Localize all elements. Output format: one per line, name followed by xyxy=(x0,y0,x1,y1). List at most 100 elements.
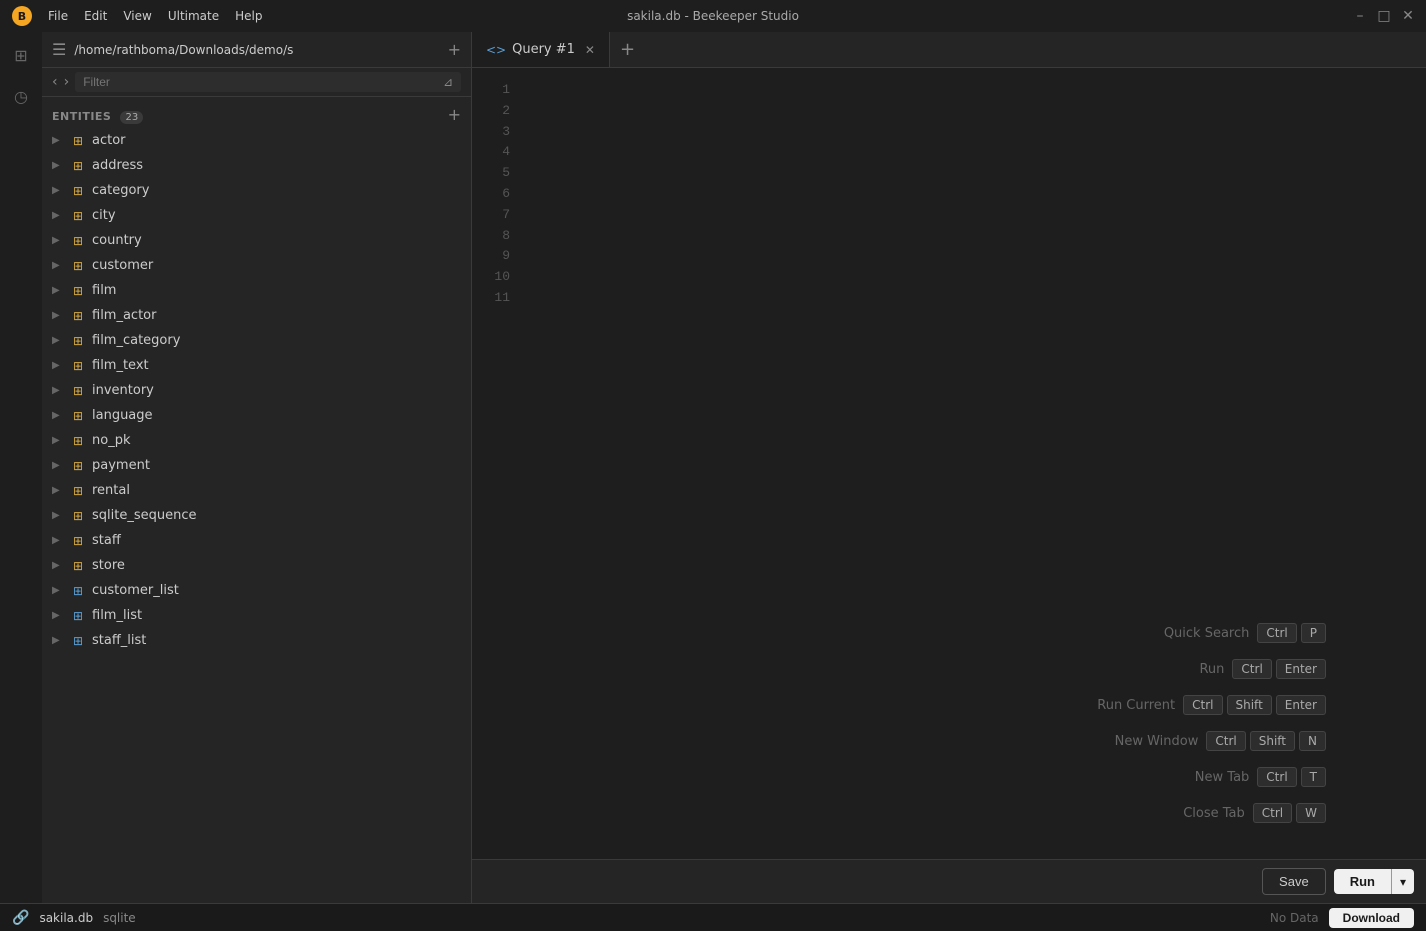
table-icon: ⊞ xyxy=(70,259,86,273)
filter-input[interactable] xyxy=(83,75,437,89)
entity-item-rental[interactable]: ▶ ⊞ rental xyxy=(42,478,471,503)
table-icon: ⊞ xyxy=(70,509,86,523)
shortcut-label: New Tab xyxy=(1149,770,1249,785)
nav-forward-icon[interactable]: › xyxy=(64,74,70,90)
run-button[interactable]: Run xyxy=(1334,869,1391,894)
tab-label: Query #1 xyxy=(512,42,575,57)
content-area: <> Query #1 ✕ + 1 2 3 4 5 6 7 8 9 10 xyxy=(472,32,1426,903)
entity-name: staff_list xyxy=(92,633,146,648)
add-entity-button[interactable]: + xyxy=(448,105,461,124)
download-button[interactable]: Download xyxy=(1329,908,1414,928)
main-layout: ⊞ ◷ ☰ /home/rathboma/Downloads/demo/s + … xyxy=(0,32,1426,903)
key-t: T xyxy=(1301,767,1326,787)
entity-name: film xyxy=(92,283,116,298)
sidebar-add-connection-button[interactable]: + xyxy=(448,40,461,59)
sidebar: ☰ /home/rathboma/Downloads/demo/s + ‹ › … xyxy=(42,32,472,903)
entity-name: film_category xyxy=(92,333,180,348)
entity-item-film-actor[interactable]: ▶ ⊞ film_actor xyxy=(42,303,471,328)
table-icon: ⊞ xyxy=(70,484,86,498)
entity-item-city[interactable]: ▶ ⊞ city xyxy=(42,203,471,228)
table-icon: ⊞ xyxy=(70,159,86,173)
shortcut-label: Run Current xyxy=(1075,698,1175,713)
entity-item-customer[interactable]: ▶ ⊞ customer xyxy=(42,253,471,278)
status-right: No Data Download xyxy=(1270,908,1414,928)
entity-name: film_text xyxy=(92,358,149,373)
minimize-button[interactable]: – xyxy=(1354,10,1366,22)
entity-item-address[interactable]: ▶ ⊞ address xyxy=(42,153,471,178)
menu-ultimate[interactable]: Ultimate xyxy=(168,9,219,23)
key-n: N xyxy=(1299,731,1326,751)
entity-item-actor[interactable]: ▶ ⊞ actor xyxy=(42,128,471,153)
entity-name: film_list xyxy=(92,608,142,623)
shortcut-keys: Ctrl W xyxy=(1253,803,1326,823)
key-ctrl: Ctrl xyxy=(1257,623,1296,643)
titlebar: B File Edit View Ultimate Help sakila.db… xyxy=(0,0,1426,32)
chevron-icon: ▶ xyxy=(52,310,64,321)
maximize-button[interactable]: □ xyxy=(1378,10,1390,22)
entity-item-sqlite-sequence[interactable]: ▶ ⊞ sqlite_sequence xyxy=(42,503,471,528)
view-icon: ⊞ xyxy=(70,609,86,623)
entity-item-inventory[interactable]: ▶ ⊞ inventory xyxy=(42,378,471,403)
table-icon: ⊞ xyxy=(70,134,86,148)
key-w: W xyxy=(1296,803,1326,823)
entity-item-country[interactable]: ▶ ⊞ country xyxy=(42,228,471,253)
window-title: sakila.db - Beekeeper Studio xyxy=(627,9,799,23)
chevron-icon: ▶ xyxy=(52,260,64,271)
entity-item-no-pk[interactable]: ▶ ⊞ no_pk xyxy=(42,428,471,453)
sidebar-db-icon: ☰ xyxy=(52,40,66,59)
database-icon[interactable]: ⊞ xyxy=(10,42,31,69)
sidebar-icons-left: ⊞ ◷ xyxy=(0,32,42,903)
close-button[interactable]: ✕ xyxy=(1402,10,1414,22)
run-dropdown-button[interactable]: ▾ xyxy=(1391,869,1414,894)
save-button[interactable]: Save xyxy=(1262,868,1326,895)
shortcut-run: Run Ctrl Enter xyxy=(1124,659,1326,679)
entity-item-staff-list[interactable]: ▶ ⊞ staff_list xyxy=(42,628,471,653)
table-icon: ⊞ xyxy=(70,359,86,373)
entity-name: address xyxy=(92,158,143,173)
filter-bar[interactable]: ⊿ xyxy=(75,72,461,92)
entity-item-customer-list[interactable]: ▶ ⊞ customer_list xyxy=(42,578,471,603)
entity-item-language[interactable]: ▶ ⊞ language xyxy=(42,403,471,428)
shortcut-close-tab: Close Tab Ctrl W xyxy=(1145,803,1326,823)
chevron-icon: ▶ xyxy=(52,410,64,421)
connection-icon: 🔗 xyxy=(12,910,29,926)
tab-query-1[interactable]: <> Query #1 ✕ xyxy=(472,32,610,67)
entity-list: ▶ ⊞ actor ▶ ⊞ address ▶ ⊞ category ▶ ⊞ c… xyxy=(42,128,471,903)
entities-label: ENTITIES xyxy=(52,110,111,123)
entity-item-category[interactable]: ▶ ⊞ category xyxy=(42,178,471,203)
entity-item-store[interactable]: ▶ ⊞ store xyxy=(42,553,471,578)
chevron-icon: ▶ xyxy=(52,585,64,596)
table-icon: ⊞ xyxy=(70,334,86,348)
entity-item-payment[interactable]: ▶ ⊞ payment xyxy=(42,453,471,478)
view-icon: ⊞ xyxy=(70,584,86,598)
entity-name: category xyxy=(92,183,149,198)
entity-item-film-category[interactable]: ▶ ⊞ film_category xyxy=(42,328,471,353)
menu-help[interactable]: Help xyxy=(235,9,262,23)
entity-item-film-text[interactable]: ▶ ⊞ film_text xyxy=(42,353,471,378)
entity-item-film-list[interactable]: ▶ ⊞ film_list xyxy=(42,603,471,628)
sidebar-header: ☰ /home/rathboma/Downloads/demo/s + xyxy=(42,32,471,68)
chevron-icon: ▶ xyxy=(52,560,64,571)
query-tab-icon: <> xyxy=(486,43,506,57)
history-icon[interactable]: ◷ xyxy=(10,83,32,110)
shortcut-run-current: Run Current Ctrl Shift Enter xyxy=(1075,695,1326,715)
new-tab-button[interactable]: + xyxy=(610,39,645,60)
table-icon: ⊞ xyxy=(70,184,86,198)
entity-name: film_actor xyxy=(92,308,156,323)
shortcut-keys: Ctrl T xyxy=(1257,767,1326,787)
chevron-icon: ▶ xyxy=(52,210,64,221)
menu-edit[interactable]: Edit xyxy=(84,9,107,23)
menu-file[interactable]: File xyxy=(48,9,68,23)
shortcut-keys: Ctrl Shift N xyxy=(1206,731,1326,751)
chevron-icon: ▶ xyxy=(52,160,64,171)
entity-name: customer_list xyxy=(92,583,179,598)
shortcut-label: New Window xyxy=(1098,734,1198,749)
entity-item-film[interactable]: ▶ ⊞ film xyxy=(42,278,471,303)
tab-close-button[interactable]: ✕ xyxy=(585,43,595,57)
entity-item-staff[interactable]: ▶ ⊞ staff xyxy=(42,528,471,553)
chevron-icon: ▶ xyxy=(52,510,64,521)
key-shift: Shift xyxy=(1250,731,1295,751)
menu-view[interactable]: View xyxy=(123,9,151,23)
shortcut-keys: Ctrl Enter xyxy=(1232,659,1326,679)
nav-back-icon[interactable]: ‹ xyxy=(52,74,58,90)
